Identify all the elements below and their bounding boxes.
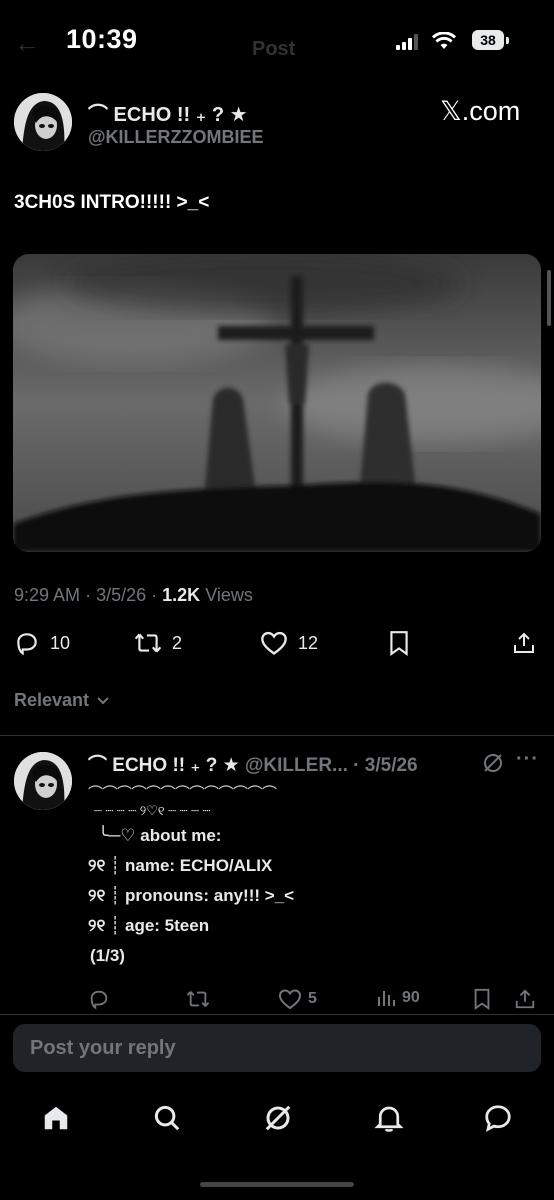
- reply-actions: 5 90: [0, 988, 554, 1014]
- reply-line: (1/3): [90, 946, 125, 965]
- status-time: 10:39: [66, 24, 138, 54]
- bottom-tab-bar: [0, 1090, 554, 1146]
- author-display-name[interactable]: ⌒ ECHO !! ₊ ? ★: [88, 98, 248, 127]
- reply-icon: [90, 990, 108, 1010]
- post-time: 9:29 AM: [14, 585, 81, 605]
- reply-header: ⌒ ECHO !! ₊ ? ★ @KILLER... · 3/5/26: [88, 750, 418, 777]
- reply-handle[interactable]: @KILLER...: [245, 755, 348, 776]
- reply-views-button[interactable]: 90: [376, 988, 420, 1008]
- repost-icon: [134, 633, 162, 653]
- notifications-icon: [374, 1106, 404, 1132]
- more-icon[interactable]: ···: [516, 748, 539, 771]
- home-indicator[interactable]: [200, 1182, 354, 1187]
- like-button[interactable]: 12: [260, 630, 318, 656]
- separator-dot: ·: [151, 585, 158, 605]
- signal-icon: [396, 34, 418, 50]
- avatar[interactable]: [14, 93, 72, 151]
- reply-line: ╰─♡ about me:: [98, 826, 222, 845]
- reply-button[interactable]: 10: [14, 630, 70, 656]
- tab-search[interactable]: [139, 1090, 195, 1146]
- repost-count: 2: [172, 632, 183, 653]
- reply-like-button[interactable]: 5: [278, 988, 317, 1010]
- avatar-image: [14, 752, 72, 810]
- reply-line: ┈ ┈ ┈ ┈ ୨♡୧ ┈ ┈ ┈ ┈: [94, 803, 211, 818]
- like-count: 12: [298, 632, 319, 653]
- reply-icon: [17, 633, 37, 656]
- avatar-image: [14, 93, 72, 151]
- share-button[interactable]: [512, 630, 536, 656]
- like-icon: [261, 631, 287, 655]
- reply-line: ୨୧ ┊ age: 5teen: [88, 916, 210, 935]
- reply-like-count: 5: [308, 990, 317, 1007]
- like-icon: [278, 989, 302, 1010]
- search-icon: [154, 1105, 180, 1131]
- views-icon: [378, 991, 395, 1006]
- post-text: 3CH0S INTRO!!!!! >_<: [14, 192, 210, 213]
- reply-reply-button[interactable]: [88, 988, 110, 1010]
- back-arrow-icon[interactable]: ←: [14, 28, 40, 59]
- post-image[interactable]: [13, 254, 541, 552]
- reply-avatar[interactable]: [14, 752, 72, 810]
- repost-button[interactable]: 2: [134, 630, 182, 656]
- post-meta: 9:29 AM · 3/5/26 · 1.2K Views: [14, 585, 253, 606]
- sort-dropdown[interactable]: Relevant: [14, 690, 110, 711]
- reply-share-button[interactable]: [514, 988, 536, 1010]
- reply-line: ୨୧ ┊ name: ECHO/ALIX: [88, 856, 273, 875]
- reply-count: 10: [50, 632, 71, 653]
- repost-icon: [186, 991, 210, 1007]
- views-label: Views: [205, 585, 253, 605]
- divider: [0, 1014, 554, 1015]
- battery-icon: 38: [472, 30, 504, 50]
- author-handle[interactable]: @KILLERZZOMBIEE: [88, 127, 264, 148]
- reply-line: ୨୧ ┊ pronouns: any!!! >_<: [88, 886, 295, 905]
- post-actions: 10 2 12: [0, 630, 554, 664]
- watermark: 𝕏.com: [440, 96, 521, 126]
- tab-home[interactable]: [28, 1090, 84, 1146]
- bookmark-icon: [390, 631, 408, 656]
- share-icon: [515, 989, 535, 1009]
- crucifix-photo: [13, 254, 541, 552]
- separator-dot: ·: [85, 585, 92, 605]
- messages-icon: [485, 1105, 511, 1132]
- divider: [0, 735, 554, 736]
- bookmark-icon: [474, 988, 490, 1010]
- scrollbar[interactable]: [547, 270, 551, 326]
- grok-icon: [265, 1105, 291, 1131]
- sort-label: Relevant: [14, 690, 90, 710]
- battery-nub: [506, 37, 509, 44]
- tab-grok[interactable]: [250, 1090, 306, 1146]
- views-count: 1.2K: [162, 585, 201, 605]
- tab-notifications[interactable]: [361, 1090, 417, 1146]
- bookmark-button[interactable]: [388, 630, 410, 656]
- wifi-icon: [432, 32, 456, 49]
- reply-display-name[interactable]: ⌒ ECHO !! ₊ ? ★: [88, 755, 240, 776]
- home-icon: [44, 1106, 68, 1130]
- reply-line: ⌒⌒⌒⌒⌒⌒⌒⌒⌒⌒⌒⌒⌒: [88, 785, 277, 802]
- reply-text: ⌒⌒⌒⌒⌒⌒⌒⌒⌒⌒⌒⌒⌒ ┈ ┈ ┈ ┈ ୨♡୧ ┈ ┈ ┈ ┈ ╰─♡ ab…: [88, 785, 295, 971]
- reply-repost-button[interactable]: [186, 988, 210, 1010]
- reply-placeholder: Post your reply: [30, 1037, 176, 1059]
- reply-views-count: 90: [402, 989, 420, 1006]
- post-date: 3/5/26: [96, 585, 147, 605]
- grok-icon[interactable]: [482, 752, 504, 774]
- reply-bookmark-button[interactable]: [472, 988, 492, 1010]
- chevron-down-icon: [97, 697, 109, 705]
- tab-messages[interactable]: [470, 1090, 526, 1146]
- reply-date: · 3/5/26: [353, 755, 418, 776]
- share-icon: [514, 632, 534, 653]
- page-title: Post: [252, 38, 296, 60]
